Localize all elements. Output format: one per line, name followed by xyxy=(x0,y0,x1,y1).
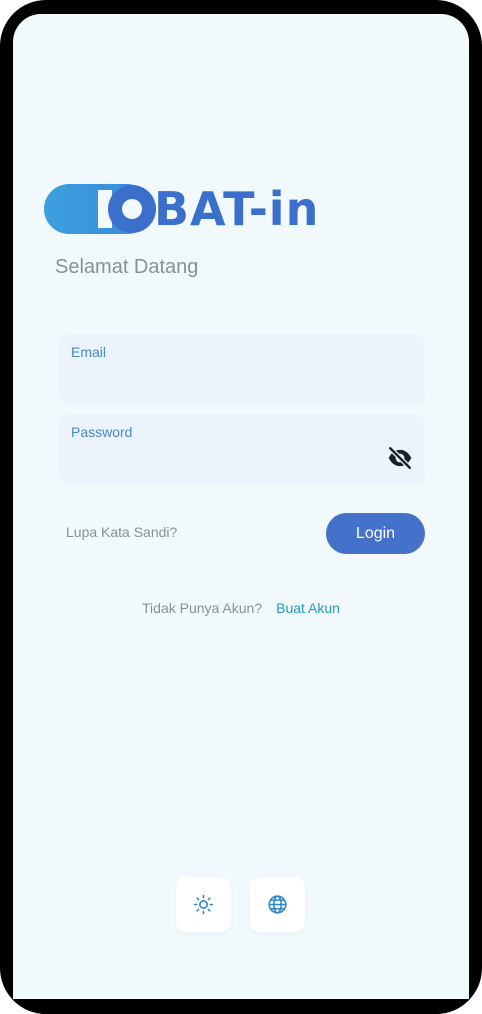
app-logo: BAT-in xyxy=(44,182,334,236)
create-account-link[interactable]: Buat Akun xyxy=(276,600,340,616)
bottom-bezel xyxy=(0,999,482,1014)
welcome-heading: Selamat Datang xyxy=(55,256,199,278)
logo-text: BAT-in xyxy=(154,182,320,236)
password-field[interactable]: Password xyxy=(58,414,425,484)
password-label: Password xyxy=(71,424,133,440)
email-label: Email xyxy=(71,344,107,360)
login-button[interactable]: Login xyxy=(326,513,425,554)
sun-icon xyxy=(193,894,214,915)
email-input[interactable] xyxy=(71,368,371,394)
login-screen: BAT-in Selamat Datang Email Password Lup… xyxy=(13,14,469,999)
globe-icon xyxy=(268,895,287,914)
password-input[interactable] xyxy=(71,448,371,474)
phone-frame: BAT-in Selamat Datang Email Password Lup… xyxy=(0,0,482,1014)
eye-off-icon[interactable] xyxy=(387,445,413,471)
email-field[interactable]: Email xyxy=(58,334,425,404)
language-button[interactable] xyxy=(250,877,305,932)
signup-question: Tidak Punya Akun? xyxy=(142,600,263,616)
forgot-password-link[interactable]: Lupa Kata Sandi? xyxy=(66,524,177,540)
signup-row: Tidak Punya Akun? Buat Akun xyxy=(13,600,469,616)
theme-toggle-button[interactable] xyxy=(176,877,231,932)
